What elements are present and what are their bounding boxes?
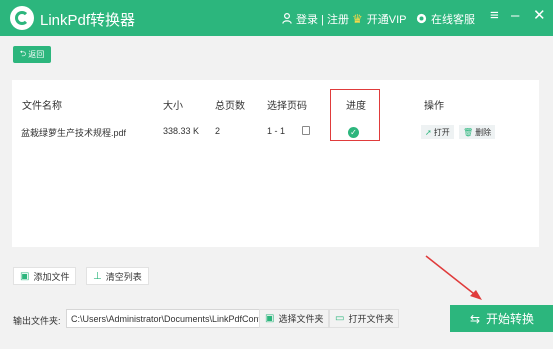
page-select-icon[interactable] <box>302 126 310 135</box>
header-page-selection: 选择页码 <box>267 101 307 112</box>
header-total-pages: 总页数 <box>215 101 245 112</box>
folder-icon: ▭ <box>335 313 345 324</box>
app-title: LinkPdf转换器 <box>40 12 136 29</box>
close-icon[interactable]: ✕ <box>533 8 546 23</box>
file-table: 文件名称 大小 总页数 选择页码 进度 操作 盆栽绿萝生产技术规程.pdf 33… <box>12 80 539 247</box>
minimize-icon[interactable]: – <box>511 8 519 23</box>
header-size: 大小 <box>163 101 183 112</box>
file-size-cell: 338.33 K <box>163 126 200 136</box>
open-label: 打开 <box>433 127 450 137</box>
file-name-cell: 盆栽绿萝生产技术规程.pdf <box>21 128 127 138</box>
open-folder-label: 打开文件夹 <box>348 314 394 324</box>
back-label: 返回 <box>28 50 45 59</box>
add-folder-icon: ▣ <box>20 270 30 282</box>
clear-list-button[interactable]: ⊥ 清空列表 <box>86 267 149 285</box>
trash-icon: 🗑 <box>463 127 474 137</box>
vip-link[interactable]: ♛ 开通VIP <box>352 11 407 27</box>
login-register-label: 登录 | 注册 <box>296 14 349 26</box>
check-complete-icon: ✓ <box>348 127 359 138</box>
choose-folder-button[interactable]: ▣ 选择文件夹 <box>259 309 330 328</box>
headset-icon <box>416 13 427 26</box>
back-arrow-icon: ⮌ <box>19 48 27 58</box>
total-pages-cell: 2 <box>215 126 221 136</box>
user-icon <box>282 12 292 26</box>
page-range-cell[interactable]: 1 - 1 <box>267 126 285 136</box>
output-path-field[interactable]: C:\Users\Administrator\Documents\LinkPdf… <box>66 309 260 328</box>
menu-icon[interactable]: ≡ <box>490 8 499 23</box>
crown-icon: ♛ <box>352 12 363 26</box>
choose-folder-label: 选择文件夹 <box>278 314 324 324</box>
start-convert-button[interactable]: ⇆ 开始转换 <box>450 305 553 332</box>
header-file-name: 文件名称 <box>22 101 62 112</box>
header-actions: 操作 <box>424 101 444 112</box>
add-file-label: 添加文件 <box>33 271 70 282</box>
start-convert-label: 开始转换 <box>486 312 535 326</box>
delete-file-button[interactable]: 🗑 删除 <box>459 125 496 139</box>
open-arrow-icon: ➚ <box>425 127 432 137</box>
vip-label: 开通VIP <box>366 14 407 26</box>
back-button[interactable]: ⮌ 返回 <box>13 46 51 63</box>
app-logo-icon <box>10 6 34 30</box>
annotation-arrow <box>425 255 482 300</box>
add-file-button[interactable]: ▣ 添加文件 <box>13 267 77 285</box>
output-folder-label: 输出文件夹: <box>13 316 61 326</box>
login-register-link[interactable]: 登录 | 注册 <box>282 11 349 27</box>
folder-image-icon: ▣ <box>265 313 275 324</box>
title-bar: LinkPdf转换器 登录 | 注册 ♛ 开通VIP 在线客服 ≡ – ✕ <box>0 0 553 36</box>
open-file-button[interactable]: ➚ 打开 <box>421 125 454 139</box>
online-service-label: 在线客服 <box>431 14 475 26</box>
convert-arrows-icon: ⇆ <box>469 311 481 326</box>
clear-list-label: 清空列表 <box>105 271 142 282</box>
broom-icon: ⊥ <box>93 270 102 282</box>
delete-label: 删除 <box>475 127 492 137</box>
open-folder-button[interactable]: ▭ 打开文件夹 <box>329 309 400 328</box>
online-service-link[interactable]: 在线客服 <box>416 11 475 27</box>
